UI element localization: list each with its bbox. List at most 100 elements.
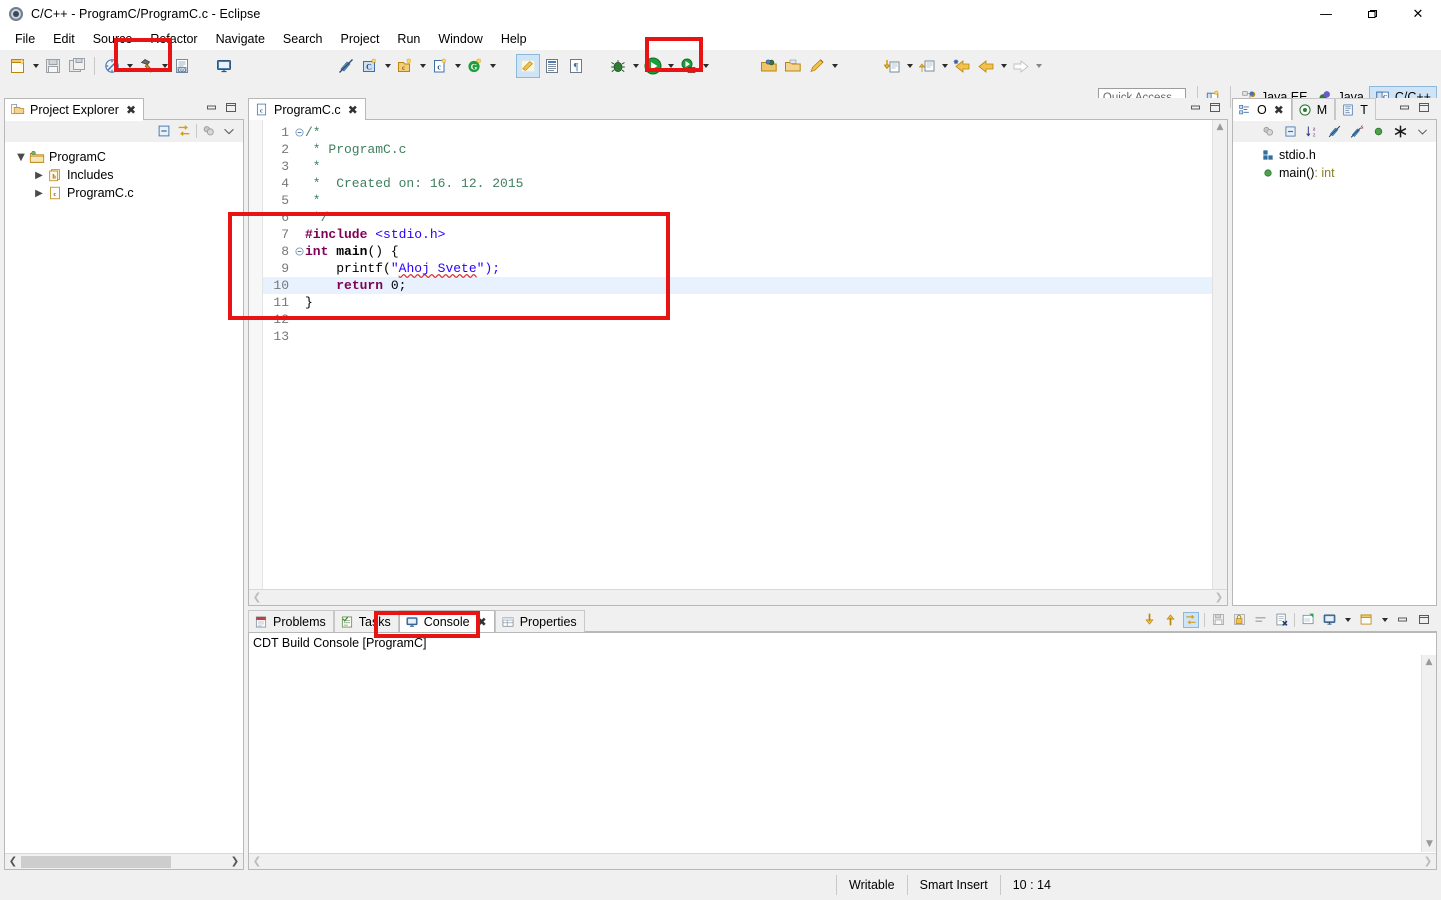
code-line[interactable]: 11} — [263, 294, 1227, 311]
menu-help[interactable]: Help — [492, 30, 536, 48]
scroll-right-icon[interactable]: ❯ — [1211, 592, 1227, 603]
tab-console[interactable]: Console ✖ — [399, 610, 495, 632]
minimize-icon[interactable] — [1397, 100, 1413, 116]
scroll-up-icon[interactable]: ▲ — [1422, 655, 1436, 670]
tab-problems[interactable]: Problems — [248, 610, 334, 632]
code-line[interactable]: 8int main() { — [263, 243, 1227, 260]
scroll-left-icon[interactable]: ❮ — [5, 856, 21, 867]
last-edit-location-icon[interactable] — [950, 54, 974, 78]
open-console-icon[interactable] — [1358, 612, 1374, 628]
debug-bug-icon[interactable] — [606, 54, 630, 78]
clear-console-icon[interactable] — [1273, 612, 1289, 628]
pin-console-icon[interactable] — [1300, 612, 1316, 628]
new-c-file-icon[interactable]: c — [393, 54, 417, 78]
run-play-icon[interactable] — [641, 54, 665, 78]
fold-collapse-icon[interactable] — [293, 124, 305, 141]
run-dropdown-arrow[interactable] — [665, 54, 676, 78]
view-menu-icon[interactable] — [1414, 123, 1430, 139]
close-icon[interactable]: ✖ — [348, 103, 358, 117]
menu-edit[interactable]: Edit — [44, 30, 84, 48]
new-c-project-icon[interactable]: G — [463, 54, 487, 78]
forward-arrow-icon[interactable] — [1009, 54, 1033, 78]
save-all-icon[interactable] — [65, 54, 89, 78]
maximize-icon[interactable] — [1207, 100, 1223, 116]
chevron-right-icon[interactable]: ▶ — [31, 170, 47, 181]
scroll-right-icon[interactable]: ❯ — [1420, 856, 1436, 867]
scroll-up-icon[interactable]: ▲ — [1213, 120, 1227, 135]
focus-active-task-icon[interactable] — [1260, 123, 1276, 139]
scroll-right-icon[interactable]: ❯ — [227, 856, 243, 867]
hide-macros-icon[interactable] — [1392, 123, 1408, 139]
scroll-down-icon[interactable]: ▼ — [1422, 837, 1437, 852]
display-selected-console-icon[interactable] — [1321, 612, 1337, 628]
new-c-file-dropdown-arrow[interactable] — [417, 54, 428, 78]
save-icon[interactable] — [41, 54, 65, 78]
maximize-icon[interactable] — [1416, 100, 1432, 116]
chevron-right-icon[interactable]: ▶ — [31, 188, 47, 199]
console-hscrollbar[interactable]: ❮ ❯ — [249, 853, 1436, 869]
chevron-down-icon[interactable]: ▼ — [13, 152, 29, 163]
code-line[interactable]: 5 * — [263, 192, 1227, 209]
open-console-icon[interactable] — [212, 54, 236, 78]
whitespace-pilcrow-icon[interactable]: ¶ — [564, 54, 588, 78]
tree-item-includes[interactable]: ▶ h Includes — [5, 166, 243, 184]
maximize-button[interactable] — [1349, 0, 1395, 28]
minimize-icon[interactable] — [1395, 612, 1411, 628]
view-menu-icon[interactable] — [221, 123, 237, 139]
scroll-lock-icon[interactable] — [1183, 612, 1199, 628]
console-output[interactable] — [251, 657, 1420, 851]
display-console-dropdown-arrow[interactable] — [1342, 608, 1353, 632]
project-explorer-hscrollbar[interactable]: ❮ ❯ — [5, 853, 243, 869]
open-console-dropdown-arrow[interactable] — [1379, 608, 1390, 632]
menu-file[interactable]: File — [6, 30, 44, 48]
next-annotation-icon[interactable] — [880, 54, 904, 78]
editor-code-area[interactable]: 1/*2 * ProgramC.c3 *4 * Created on: 16. … — [263, 120, 1227, 605]
forward-dropdown-arrow[interactable] — [1033, 54, 1044, 78]
scroll-lock-up-icon[interactable] — [1162, 612, 1178, 628]
menu-search[interactable]: Search — [274, 30, 332, 48]
next-annotation-dropdown-arrow[interactable] — [904, 54, 915, 78]
scroll-left-icon[interactable]: ❮ — [249, 856, 265, 867]
new-c-source-icon[interactable]: c — [428, 54, 452, 78]
code-line[interactable]: 12 — [263, 311, 1227, 328]
code-line[interactable]: 1/* — [263, 124, 1227, 141]
code-line[interactable]: 6 */ — [263, 209, 1227, 226]
link-with-editor-icon[interactable] — [176, 123, 192, 139]
tab-task-list[interactable]: T — [1335, 98, 1376, 120]
tab-outline[interactable]: O ✖ — [1232, 98, 1292, 120]
code-line[interactable]: 4 * Created on: 16. 12. 2015 — [263, 175, 1227, 192]
tree-item-programc[interactable]: ▼ ProgramC — [5, 148, 243, 166]
close-button[interactable]: ✕ — [1395, 0, 1441, 28]
hscroll-track[interactable] — [21, 855, 227, 869]
close-icon[interactable]: ✖ — [1274, 103, 1284, 117]
tab-make-target[interactable]: M — [1292, 98, 1335, 120]
build-all-dropdown-arrow[interactable] — [124, 54, 135, 78]
menu-window[interactable]: Window — [429, 30, 491, 48]
new-c-project-dropdown-arrow[interactable] — [487, 54, 498, 78]
no-marker-icon[interactable] — [334, 54, 358, 78]
close-icon[interactable]: ✖ — [126, 103, 136, 117]
close-icon[interactable]: ✖ — [477, 615, 487, 629]
new-c-class-icon[interactable]: C — [358, 54, 382, 78]
external-tools-dropdown-arrow[interactable] — [700, 54, 711, 78]
new-c-source-dropdown-arrow[interactable] — [452, 54, 463, 78]
open-element-icon[interactable] — [781, 54, 805, 78]
scroll-left-icon[interactable]: ❮ — [249, 592, 265, 603]
debug-dropdown-arrow[interactable] — [630, 54, 641, 78]
tab-programc-c[interactable]: c ProgramC.c ✖ — [248, 98, 366, 120]
collapse-all-icon[interactable] — [156, 123, 172, 139]
save-console-icon[interactable] — [1210, 612, 1226, 628]
build-hammer-dropdown-arrow[interactable] — [159, 54, 170, 78]
previous-annotation-dropdown-arrow[interactable] — [939, 54, 950, 78]
block-selection-icon[interactable] — [540, 54, 564, 78]
code-line[interactable]: 13 — [263, 328, 1227, 345]
editor-hscrollbar[interactable]: ❮ ❯ — [249, 589, 1227, 605]
menu-run[interactable]: Run — [388, 30, 429, 48]
collapse-all-icon[interactable] — [1282, 123, 1298, 139]
menu-refactor[interactable]: Refactor — [141, 30, 206, 48]
menu-navigate[interactable]: Navigate — [207, 30, 274, 48]
new-file-dropdown-arrow[interactable] — [30, 54, 41, 78]
code-line[interactable]: 3 * — [263, 158, 1227, 175]
minimize-icon[interactable] — [204, 100, 220, 116]
code-line[interactable]: 10 return 0; — [263, 277, 1227, 294]
